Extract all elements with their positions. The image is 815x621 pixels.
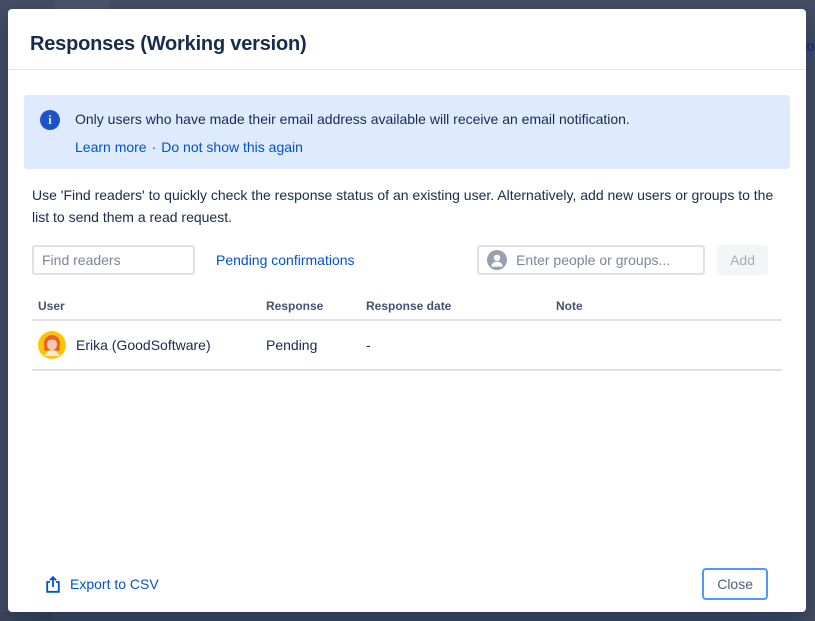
info-icon: i (40, 110, 60, 130)
column-header-response-date: Response date (360, 291, 550, 319)
readers-table: User Response Response date Note (24, 291, 790, 371)
table-header-row: User Response Response date Note (32, 291, 782, 321)
do-not-show-again-link[interactable]: Do not show this again (161, 139, 303, 155)
responses-dialog: Responses (Working version) i Only users… (8, 9, 806, 612)
note-cell (550, 335, 782, 355)
column-header-response: Response (260, 291, 360, 319)
response-date-cell: - (360, 327, 550, 363)
dialog-description: Use 'Find readers' to quickly check the … (32, 184, 782, 228)
avatar (38, 331, 66, 359)
info-banner: i Only users who have made their email a… (24, 95, 790, 169)
find-readers-input[interactable] (32, 245, 195, 275)
response-cell: Pending (260, 327, 360, 363)
add-button[interactable]: Add (717, 245, 768, 275)
user-cell: Erika (GoodSoftware) (32, 321, 260, 369)
link-separator: · (147, 139, 162, 155)
export-to-csv-link[interactable]: Export to CSV (46, 576, 159, 593)
close-button[interactable]: Close (702, 568, 768, 600)
controls-row: Pending confirmations Add (24, 245, 790, 275)
people-picker[interactable] (477, 245, 705, 275)
info-banner-message: Only users who have made their email add… (75, 109, 630, 129)
export-to-csv-label: Export to CSV (70, 576, 159, 592)
person-icon (487, 250, 507, 270)
info-banner-links: Learn more·Do not show this again (75, 139, 630, 155)
background-seam (0, 612, 53, 621)
dialog-body: i Only users who have made their email a… (8, 70, 806, 612)
learn-more-link[interactable]: Learn more (75, 139, 147, 155)
people-groups-input[interactable] (516, 252, 695, 268)
page-title: Responses (Working version) (30, 33, 784, 56)
background-text-fragment: o (806, 38, 815, 55)
pending-confirmations-link[interactable]: Pending confirmations (216, 252, 355, 268)
dialog-footer: Export to CSV Close (24, 554, 790, 612)
export-icon (46, 576, 60, 593)
background-tab-fragment (55, 0, 110, 9)
table-row: Erika (GoodSoftware) Pending - (32, 321, 782, 371)
user-name: Erika (GoodSoftware) (76, 337, 211, 353)
column-header-user: User (32, 291, 260, 319)
info-banner-content: Only users who have made their email add… (75, 109, 630, 155)
column-header-note: Note (550, 291, 782, 319)
dialog-header: Responses (Working version) (8, 9, 806, 70)
